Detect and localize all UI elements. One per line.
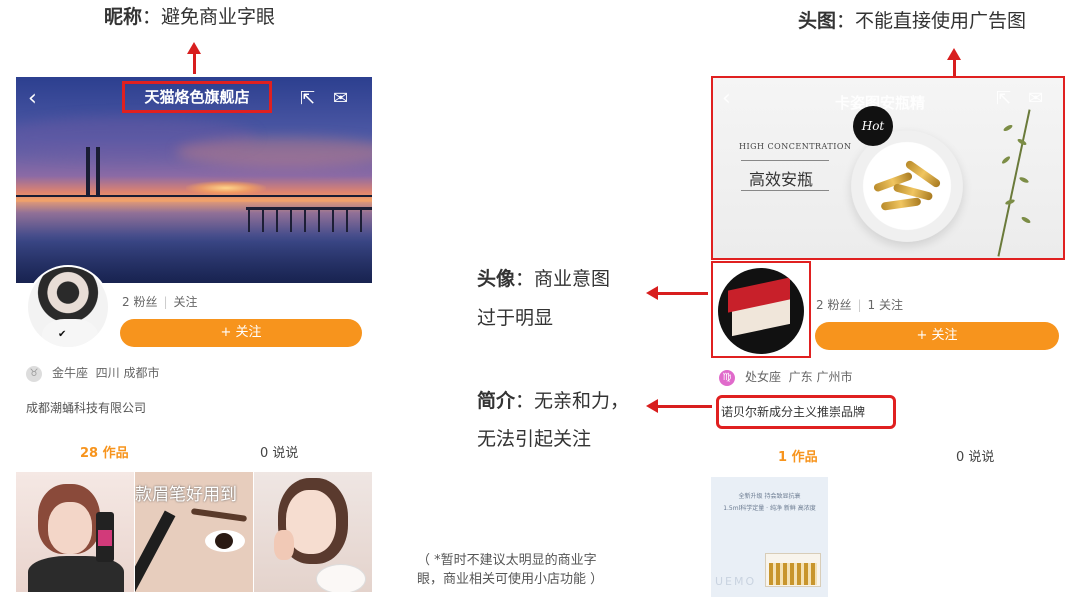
bio-annotation-line2: 无法引起关注 (477, 428, 592, 450)
right-thumb-1[interactable]: 全新升级 持会致显抗衰 1.5ml科学定量 · 纯净 新鲜 高浓度 UEMO (711, 477, 828, 597)
right-avatar[interactable] (718, 268, 804, 354)
bio-annotation: 简介：无亲和力， (477, 392, 629, 411)
right-stats: 2 粉丝 | 1 关注 (816, 298, 903, 312)
nickname-annotation-label: 昵称 (104, 6, 143, 28)
footnote-line2: 眼，商业相关可使用小店功能 ） (417, 572, 604, 587)
bio-annotation-text: ：无亲和力， (515, 390, 630, 412)
right-thumb-brand: UEMO (715, 575, 757, 588)
bio-arrow (646, 399, 712, 413)
avatar-annotation: 头像：商业意图 (477, 270, 610, 289)
back-icon[interactable]: ‹ (28, 88, 37, 110)
left-following[interactable]: 关注 (174, 295, 198, 309)
right-tab-works[interactable]: 1 作品 (778, 446, 818, 465)
left-thumb-2-caption: 款眉笔好用到 (135, 485, 237, 505)
right-follow-button[interactable]: + 关注 (815, 322, 1059, 350)
left-thumb-1[interactable] (16, 472, 134, 592)
avatar-annotation-text: ：商业意图 (515, 268, 611, 290)
left-zodiac: 金牛座 (52, 366, 89, 380)
left-fans[interactable]: 2 粉丝 (122, 295, 157, 309)
right-tab-posts[interactable]: 0 说说 (956, 446, 994, 465)
left-tab-works[interactable]: 28 作品 (80, 442, 129, 461)
left-avatar[interactable]: ✔ (26, 265, 110, 349)
bio-annotation-label: 简介 (477, 390, 516, 412)
nickname-annotation-text: ：避免商业字眼 (142, 6, 276, 28)
left-thumb-3[interactable] (254, 472, 372, 592)
right-following[interactable]: 1 关注 (868, 298, 903, 312)
right-share-icon[interactable]: ⇱ (996, 90, 1011, 108)
right-back-icon[interactable]: ‹ (722, 88, 731, 110)
cover-annotation-text: ：不能直接使用广告图 (836, 10, 1027, 32)
right-fans[interactable]: 2 粉丝 (816, 298, 851, 312)
left-stats: 2 粉丝 | 关注 (122, 295, 198, 309)
right-cover-product: 高效安瓶 (749, 170, 814, 189)
right-thumb-line1: 全新升级 持会致显抗衰 (738, 493, 801, 500)
zodiac-icon: ♉ (26, 365, 42, 382)
left-thumb-2[interactable]: 款眉笔好用到 (135, 472, 253, 592)
left-tab-posts[interactable]: 0 说说 (260, 442, 298, 461)
right-bio: 诺贝尔新成分主义推崇品牌 (716, 395, 896, 429)
nickname-arrow (187, 42, 201, 74)
avatar-annotation-line2: 过于明显 (477, 307, 554, 329)
nickname-annotation: 昵称：避免商业字眼 (104, 8, 275, 27)
right-location: 广东 广州市 (788, 370, 853, 384)
left-profile-title: 天猫烙色旗舰店 (122, 81, 272, 113)
right-cover-hc: HIGH CONCENTRATION (739, 142, 852, 151)
avatar-arrow (646, 286, 708, 300)
right-thumb-line2: 1.5ml科学定量 · 纯净 新鲜 高浓度 (723, 505, 816, 512)
left-bio: 成都潮蛹科技有限公司 (26, 401, 147, 415)
right-location-row: ♍ 处女座 广东 广州市 (719, 368, 852, 386)
share-icon[interactable]: ⇱ (300, 90, 315, 108)
left-follow-button[interactable]: + 关注 (120, 319, 362, 347)
message-icon[interactable]: ✉ (333, 90, 348, 108)
right-message-icon[interactable]: ✉ (1028, 90, 1043, 108)
left-location: 四川 成都市 (95, 366, 160, 380)
right-cover-hot-badge: Hot (853, 106, 893, 146)
avatar-annotation-label: 头像 (477, 268, 516, 290)
right-cover-image: 卡姿图安瓶精 HIGH CONCENTRATION 高效安瓶 Hot (711, 76, 1065, 260)
zodiac-icon: ♍ (719, 369, 735, 386)
left-location-row: ♉ 金牛座 四川 成都市 (26, 364, 159, 382)
cover-annotation: 头图：不能直接使用广告图 (798, 12, 1026, 31)
cover-annotation-label: 头图 (798, 10, 837, 32)
footnote-line1: （ *暂时不建议太明显的商业字 (417, 553, 597, 568)
right-zodiac: 处女座 (745, 370, 782, 384)
